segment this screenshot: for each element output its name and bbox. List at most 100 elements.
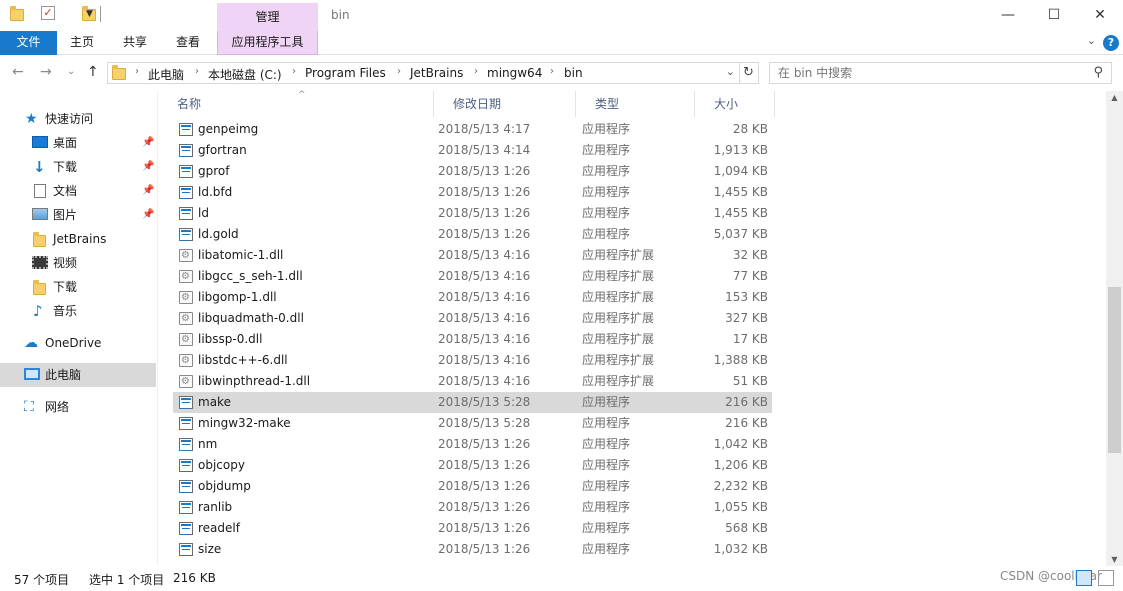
help-icon[interactable]: ? [1103, 35, 1119, 51]
scroll-down-icon[interactable]: ▼ [1106, 555, 1123, 564]
file-row[interactable]: libwinpthread-1.dll 2018/5/13 4:16 应用程序扩展 5… [173, 371, 772, 392]
pin-icon[interactable]: 📌 [142, 131, 154, 155]
up-button[interactable]: ↑ [87, 64, 99, 80]
file-row[interactable]: libstdc++-6.dll 2018/5/13 4:16 应用程序扩展 1,388… [173, 350, 772, 371]
search-box[interactable]: ⚲ [769, 62, 1112, 84]
file-type: 应用程序扩展 [582, 269, 655, 283]
search-icon[interactable]: ⚲ [1093, 65, 1103, 80]
breadcrumb-this-pc[interactable]: 此电脑 [148, 66, 184, 83]
file-row[interactable]: libquadmath-0.dll 2018/5/13 4:16 应用程序扩展 327… [173, 308, 772, 329]
sidebar-item-label: 视频 [53, 256, 78, 270]
file-row[interactable]: libatomic-1.dll 2018/5/13 4:16 应用程序扩展 32 KB [173, 245, 772, 266]
file-row[interactable]: nm 2018/5/13 1:26 应用程序 1,042 KB [173, 434, 772, 455]
forward-button[interactable]: → [40, 64, 52, 80]
file-row[interactable]: ld.gold 2018/5/13 1:26 应用程序 5,037 KB [173, 224, 772, 245]
customize-quick-access-icon[interactable]: ▼ [86, 9, 93, 27]
breadcrumb-separator[interactable]: › [474, 66, 478, 77]
sidebar-item-quick-access[interactable]: ★ 快速访问 [0, 107, 156, 131]
file-row[interactable]: readelf 2018/5/13 1:26 应用程序 568 KB [173, 518, 772, 539]
address-dropdown-icon[interactable]: ⌄ [726, 65, 735, 78]
column-header-size[interactable]: 大小 [695, 91, 775, 117]
file-name: gfortran [198, 143, 247, 157]
application-icon [179, 228, 193, 241]
breadcrumb-separator[interactable]: › [135, 66, 139, 77]
sidebar-item-onedrive[interactable]: ☁ OneDrive [0, 331, 156, 355]
file-type: 应用程序扩展 [582, 353, 655, 367]
back-button[interactable]: ← [12, 64, 24, 80]
properties-icon[interactable]: ✓ [41, 6, 55, 20]
file-date: 2018/5/13 4:17 [438, 122, 531, 136]
sidebar-item-pictures[interactable]: 图片 📌 [0, 203, 156, 227]
folder-icon [33, 232, 46, 247]
column-header-name[interactable]: 名称 ^ [158, 90, 434, 117]
file-row[interactable]: libssp-0.dll 2018/5/13 4:16 应用程序扩展 17 KB [173, 329, 772, 350]
sidebar-item-videos[interactable]: 视频 [0, 251, 156, 275]
column-header-date[interactable]: 修改日期 [434, 91, 576, 117]
file-type: 应用程序扩展 [582, 374, 655, 388]
tab-share[interactable]: 共享 [115, 31, 155, 55]
application-icon [179, 123, 193, 136]
sidebar-item-downloads-folder[interactable]: 下载 [0, 275, 156, 299]
file-row[interactable]: size 2018/5/13 1:26 应用程序 1,032 KB [173, 539, 772, 560]
large-icons-view-icon[interactable] [1098, 570, 1114, 586]
scroll-up-icon[interactable]: ▲ [1106, 93, 1123, 102]
file-row[interactable]: make 2018/5/13 5:28 应用程序 216 KB [173, 392, 772, 413]
tab-file[interactable]: 文件 [0, 31, 57, 55]
minimize-button[interactable]: — [985, 0, 1031, 31]
file-row[interactable]: gprof 2018/5/13 1:26 应用程序 1,094 KB [173, 161, 772, 182]
file-date: 2018/5/13 1:26 [438, 164, 531, 178]
tab-view[interactable]: 查看 [168, 31, 208, 55]
vertical-scrollbar[interactable]: ▲ ▼ [1106, 91, 1123, 566]
sidebar-item-downloads[interactable]: ↓ 下载 📌 [0, 155, 156, 179]
file-row[interactable]: mingw32-make 2018/5/13 5:28 应用程序 216 KB [173, 413, 772, 434]
breadcrumb-program-files[interactable]: Program Files [305, 66, 386, 80]
file-type: 应用程序 [582, 542, 631, 556]
sidebar-item-music[interactable]: ♪ 音乐 [0, 299, 156, 323]
file-row[interactable]: ranlib 2018/5/13 1:26 应用程序 1,055 KB [173, 497, 772, 518]
breadcrumb-separator[interactable]: › [292, 66, 296, 77]
pin-icon[interactable]: 📌 [142, 155, 154, 179]
tab-app-tools[interactable]: 应用程序工具 [217, 31, 318, 55]
refresh-button[interactable]: ↻ [739, 62, 759, 84]
maximize-button[interactable]: ☐ [1031, 0, 1077, 31]
breadcrumb-local-disk[interactable]: 本地磁盘 (C:) [208, 66, 282, 83]
column-header-type[interactable]: 类型 [576, 91, 695, 117]
file-size: 1,455 KB [713, 185, 768, 199]
breadcrumb-separator[interactable]: › [397, 66, 401, 77]
breadcrumb-bin[interactable]: bin [564, 66, 583, 80]
file-row[interactable]: genpeimg 2018/5/13 4:17 应用程序 28 KB [173, 119, 772, 140]
tab-home[interactable]: 主页 [62, 31, 102, 55]
file-row[interactable]: objcopy 2018/5/13 1:26 应用程序 1,206 KB [173, 455, 772, 476]
item-count: 57 个项目 [14, 573, 70, 587]
details-view-icon[interactable] [1076, 570, 1092, 586]
pin-icon[interactable]: 📌 [142, 179, 154, 203]
breadcrumb-separator[interactable]: › [550, 66, 554, 77]
file-row[interactable]: gfortran 2018/5/13 4:14 应用程序 1,913 KB [173, 140, 772, 161]
file-row[interactable]: objdump 2018/5/13 1:26 应用程序 2,232 KB [173, 476, 772, 497]
music-icon: ♪ [33, 302, 43, 320]
sidebar-item-label: OneDrive [45, 336, 102, 350]
file-row[interactable]: libgomp-1.dll 2018/5/13 4:16 应用程序扩展 153 KB [173, 287, 772, 308]
scrollbar-thumb[interactable] [1108, 287, 1121, 453]
recent-locations-button[interactable]: ⌄ [67, 66, 75, 77]
sidebar-item-desktop[interactable]: 桌面 📌 [0, 131, 156, 155]
sidebar-item-this-pc[interactable]: 此电脑 [0, 363, 156, 387]
breadcrumb-mingw64[interactable]: mingw64 [487, 66, 542, 80]
breadcrumb-jetbrains[interactable]: JetBrains [410, 66, 463, 80]
application-icon [179, 480, 193, 493]
file-row[interactable]: ld.bfd 2018/5/13 1:26 应用程序 1,455 KB [173, 182, 772, 203]
search-input[interactable] [770, 63, 1070, 83]
file-row[interactable]: libgcc_s_seh-1.dll 2018/5/13 4:16 应用程序扩展 77… [173, 266, 772, 287]
breadcrumb-separator[interactable]: › [195, 66, 199, 77]
sidebar-item-network[interactable]: ⛶ 网络 [0, 395, 156, 419]
sidebar-item-documents[interactable]: 文档 📌 [0, 179, 156, 203]
sidebar-item-jetbrains[interactable]: JetBrains [0, 227, 156, 251]
expand-ribbon-icon[interactable]: ⌄ [1087, 34, 1096, 47]
pin-icon[interactable]: 📌 [142, 203, 154, 227]
file-size: 1,042 KB [713, 437, 768, 451]
close-button[interactable]: ✕ [1077, 0, 1123, 31]
address-bar[interactable]: › 此电脑 › 本地磁盘 (C:) › Program Files › JetB… [107, 62, 740, 84]
file-row[interactable]: ld 2018/5/13 1:26 应用程序 1,455 KB [173, 203, 772, 224]
context-tab-manage[interactable]: 管理 [217, 3, 318, 31]
file-date: 2018/5/13 1:26 [438, 500, 531, 514]
